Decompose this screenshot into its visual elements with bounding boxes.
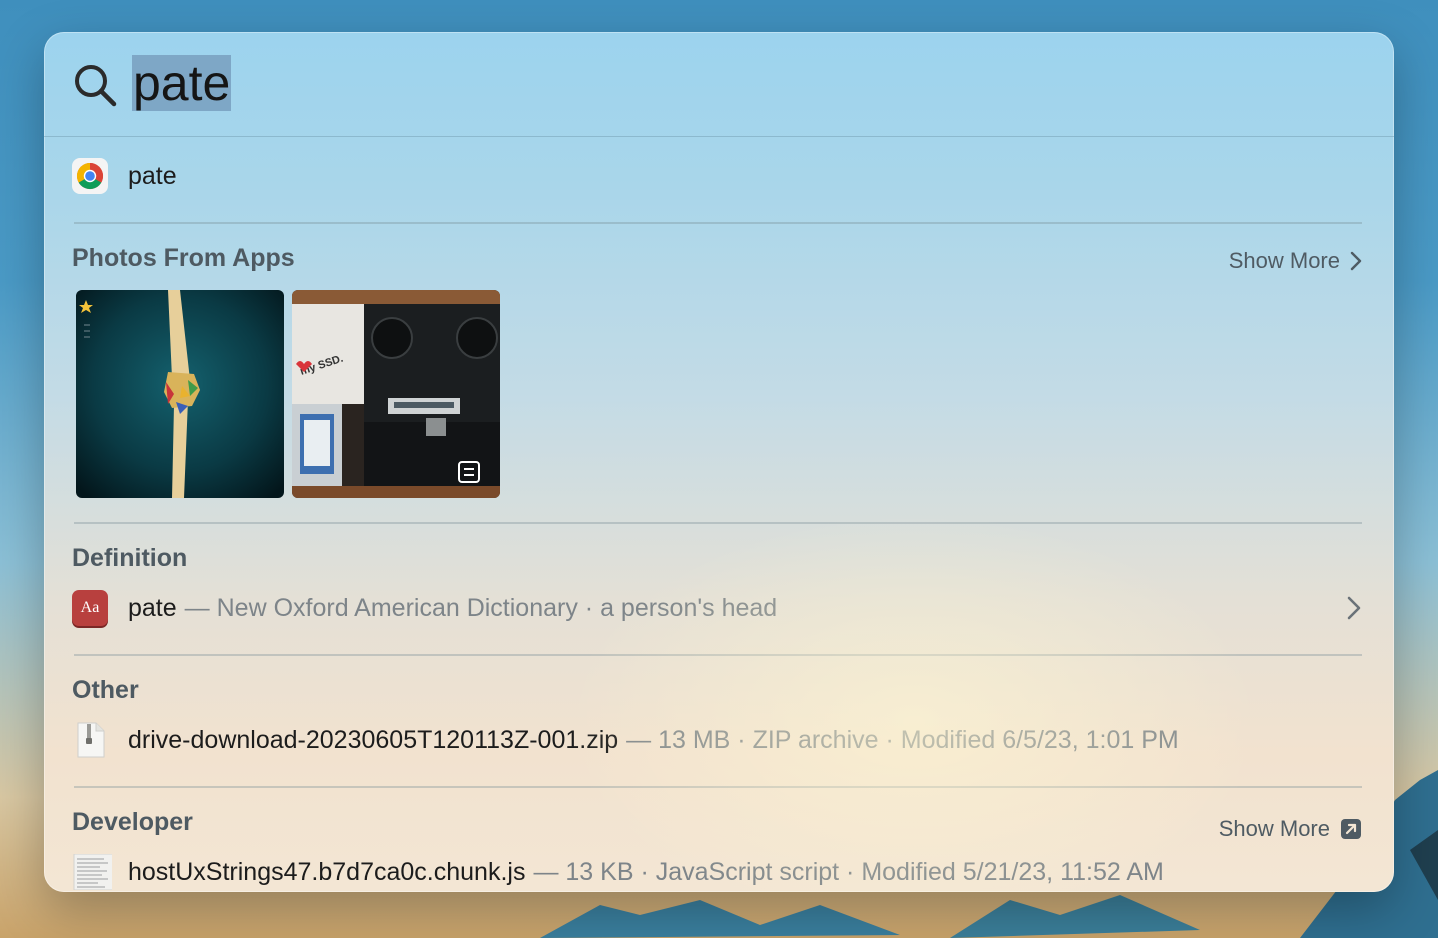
divider [74, 222, 1362, 224]
other-section-title: Other [72, 676, 139, 704]
developer-file-meta: — 13 KB · JavaScript script · Modified 5… [533, 857, 1164, 886]
developer-show-more-label: Show More [1218, 816, 1330, 841]
chrome-icon [72, 158, 108, 194]
chevron-right-icon [1347, 596, 1361, 620]
knee-image [76, 290, 284, 498]
top-hit-label: pate [128, 161, 177, 190]
photo-thumbnails: my SSD. [76, 290, 500, 498]
photo-thumbnail-knee[interactable] [76, 290, 284, 498]
developer-show-more-button[interactable]: Show More [1219, 816, 1362, 842]
dictionary-icon-text: Aa [80, 599, 100, 616]
developer-file-row[interactable]: hostUxStrings47.b7d7ca0c.chunk.js — 13 K… [72, 854, 1362, 890]
photos-section-title: Photos From Apps [72, 244, 295, 272]
chevron-right-icon [1350, 251, 1362, 271]
definition-row[interactable]: Aa pate — New Oxford American Dictionary… [72, 590, 1362, 626]
other-filename: drive-download-20230605T120113Z-001.zip [128, 725, 619, 754]
divider [74, 522, 1362, 524]
search-icon [75, 65, 117, 107]
definition-section-title: Definition [72, 544, 188, 572]
divider [74, 786, 1362, 788]
top-hit-row[interactable]: pate [72, 158, 1362, 194]
javascript-file-icon [73, 854, 112, 890]
divider [74, 654, 1362, 656]
search-query-text: pate [132, 55, 232, 111]
open-external-icon [1341, 819, 1361, 839]
photos-show-more-label: Show More [1228, 248, 1340, 273]
zip-archive-icon [77, 722, 105, 758]
definition-meta: — New Oxford American Dictionary · a per… [184, 593, 778, 622]
other-file-meta: — 13 MB · ZIP archive · Modified 6/5/23,… [626, 725, 1179, 754]
other-file-row[interactable]: drive-download-20230605T120113Z-001.zip … [72, 722, 1362, 758]
search-bar: pate [44, 32, 1394, 137]
photo-thumbnail-laptop[interactable]: my SSD. [292, 290, 500, 498]
dictionary-icon: Aa [72, 590, 108, 626]
live-text-icon[interactable] [462, 460, 490, 488]
developer-filename: hostUxStrings47.b7d7ca0c.chunk.js [128, 857, 526, 886]
search-input[interactable]: pate [130, 52, 233, 114]
definition-word: pate [128, 593, 177, 622]
photos-show-more-button[interactable]: Show More [1229, 248, 1362, 274]
developer-section-title: Developer [72, 808, 193, 836]
spotlight-panel: pate pate Photos From Apps Show More my … [44, 32, 1394, 892]
